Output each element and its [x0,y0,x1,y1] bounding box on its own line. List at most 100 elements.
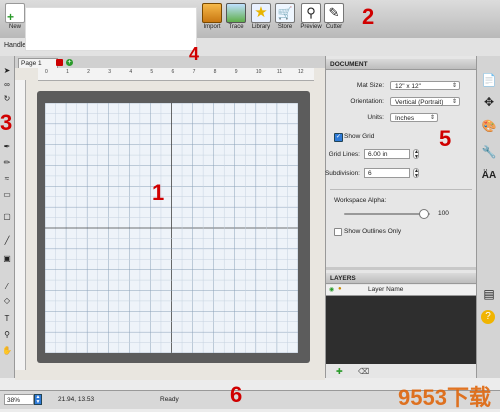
zoom-value: 38% [7,397,21,404]
workspace-alpha-track[interactable] [344,213,430,215]
units-label: Units: [367,114,384,121]
side-panel-tabs: 📄 ✥ 🎨 🔧 ÄA ▤ ? [476,56,500,378]
store-label: Store [277,24,293,30]
mat-size-select[interactable]: 12" x 12" [390,81,460,91]
top-ruler: 0 1 2 3 4 5 6 7 8 9 10 11 12 [38,68,314,81]
ruler-tick-label: 11 [276,69,283,75]
page-tab-label: Page 1 [21,60,42,67]
annotation-5: 5 [439,126,452,151]
shape-icon[interactable]: ▣ [2,254,12,264]
show-outlines-checkbox[interactable] [334,228,342,236]
pencil-icon[interactable]: ✏ [2,158,12,168]
workspace-alpha-label: Workspace Alpha: [334,197,387,204]
ruler-tick-label: 8 [213,69,217,75]
tool-palette: ➤ ∞ ↻ ✒ ✏ ≈ ▭ ▢ ╱ ▣ ⁄ ◇ T ⚲ ✋ [0,56,15,378]
grid-lines-value: 6.00 in [368,151,388,158]
ruler-tick-label: 9 [234,69,238,75]
zoom-field[interactable]: 38% [4,394,34,405]
workspace-alpha-value: 100 [438,210,449,217]
layers-list[interactable] [326,296,476,364]
cutter-label: Cutter [325,24,343,30]
store-button[interactable]: 🛒 Store [272,3,298,30]
ruler-tick-label: 5 [150,69,154,75]
mat-size-value: 12" x 12" [395,83,421,90]
store-cart-icon: 🛒 [275,3,295,23]
brush-icon[interactable]: ≈ [2,174,12,184]
layers-column-header: ◉ ● Layer Name [326,285,476,296]
rotate-icon[interactable]: ↻ [2,94,12,104]
node-icon[interactable]: ◇ [2,296,12,306]
subdivision-label: Subdivision: [324,170,360,177]
handle-label: Handle [4,42,27,49]
left-ruler [15,80,26,370]
visibility-eye-icon: ◉ [329,287,335,293]
zoom-icon[interactable]: ⚲ [2,330,12,340]
trace-icon [226,3,246,23]
watermark-logo: 9553下载 [398,385,491,410]
ruler-tick-label: 12 [298,69,304,75]
divider [330,189,472,190]
line-icon[interactable]: ╱ [2,236,12,246]
ruler-tick-label: 1 [66,69,69,75]
grid-lines-label: Grid Lines: [328,151,360,158]
layer-name-column: Layer Name [368,286,404,293]
orientation-label: Orientation: [350,98,384,105]
annotation-1: 1 [152,180,165,205]
workspace-alpha-slider-knob[interactable] [419,209,430,219]
orientation-value: Vertical (Portrait) [395,99,444,106]
color-palette-icon[interactable]: 🎨 [481,118,497,134]
library-button[interactable]: ★ Library [248,3,274,30]
annotation-3: 3 [0,110,13,135]
grid-lines-input[interactable]: 6.00 in [364,149,410,159]
layers-stack-icon[interactable]: ▤ [481,286,497,302]
add-page-icon[interactable]: + [66,59,73,66]
help-icon[interactable]: ? [481,310,495,324]
grid-lines-stepper[interactable]: ▲ ▼ [413,149,419,160]
knife-icon[interactable]: ⁄ [2,282,12,292]
edit-points-icon[interactable]: ∞ [2,80,12,90]
zoom-stepper[interactable]: ▲ ▼ [34,394,42,405]
text-icon[interactable]: T [2,314,12,324]
units-select[interactable]: Inches [390,113,438,123]
panel-splitter[interactable] [326,267,476,270]
lock-icon: ● [338,286,342,292]
cursor-coordinates: 21.94, 13.53 [58,396,95,403]
ruler-tick-label: 3 [108,69,112,75]
status-text: Ready [160,396,179,403]
show-grid-checkbox[interactable]: ✓ [334,133,343,142]
blank-overlay [25,7,197,51]
ruler-tick-label: 7 [192,69,196,75]
eraser-icon[interactable]: ▭ [2,190,12,200]
import-button[interactable]: Import [199,3,225,30]
ruler-tick-label: 10 [255,69,262,75]
ruler-tick-label: 0 [45,69,48,75]
show-outlines-label: Show Outlines Only [344,228,402,235]
cutter-blade-icon: ✎ [324,3,344,23]
units-value: Inches [395,115,415,122]
ruler-tick-label: 2 [87,69,90,75]
trace-label: Trace [228,24,244,30]
annotation-6: 6 [230,382,243,407]
subdivision-stepper[interactable]: ▲ ▼ [413,168,419,179]
add-layer-icon[interactable]: ✚ [336,367,343,376]
page-close-icon[interactable] [56,59,63,66]
orientation-select[interactable]: Vertical (Portrait) [390,97,460,107]
subdivision-value: 6 [368,170,372,177]
pen-icon[interactable]: ✒ [2,142,12,152]
library-label: Library [251,24,271,30]
cutter-button[interactable]: ✎ Cutter [321,3,347,30]
subdivision-input[interactable]: 6 [364,168,410,178]
trash-icon[interactable]: ⌫ [358,367,369,376]
wrench-icon[interactable]: 🔧 [481,144,497,160]
grab-icon[interactable]: ✋ [2,346,12,356]
rectangle-icon[interactable]: ▢ [2,212,12,222]
new-document-icon: + [5,3,25,23]
select-arrow-icon[interactable]: ➤ [2,66,12,76]
document-panel: DOCUMENT Mat Size: 12" x 12" Orientation… [325,56,476,378]
mat-size-label: Mat Size: [356,82,384,89]
move-arrows-icon[interactable]: ✥ [481,94,497,110]
font-size-icon[interactable]: ÄA [481,168,497,184]
trace-button[interactable]: Trace [223,3,249,30]
document-page-icon[interactable]: 📄 [481,72,497,88]
import-icon [202,3,222,23]
